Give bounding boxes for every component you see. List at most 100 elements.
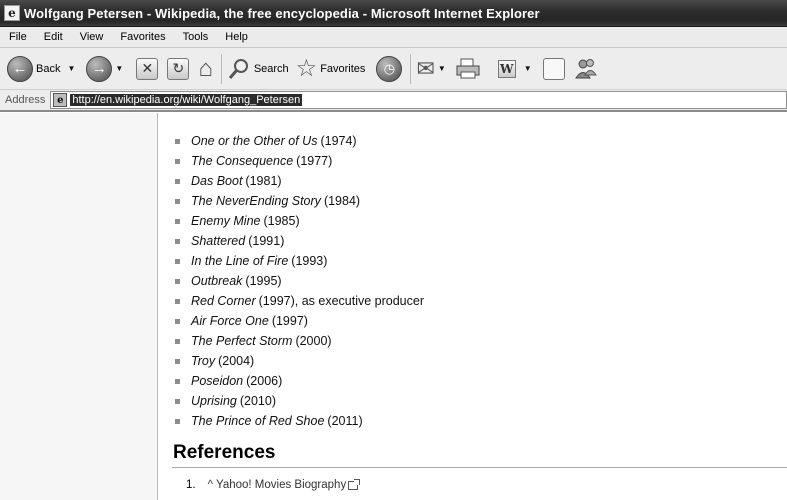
toolbar-separator (410, 53, 412, 84)
bullet-icon (175, 378, 180, 384)
edit-button[interactable]: W ▼ (497, 52, 532, 86)
film-list-item: The Prince of Red Shoe (2011) (175, 411, 424, 431)
film-title-link[interactable]: Red Corner (191, 291, 256, 311)
mail-button[interactable]: ✉ ▼ (416, 52, 445, 86)
bullet-icon (175, 418, 180, 424)
film-year: (2004) (218, 354, 255, 368)
forward-button[interactable]: → ▼ (86, 52, 123, 86)
film-title-link[interactable]: The Consequence (191, 151, 293, 171)
film-title-link[interactable]: Troy (191, 351, 215, 371)
film-title-link[interactable]: The Prince of Red Shoe (191, 411, 324, 431)
cropped-heading-fragment (172, 113, 380, 116)
film-year: (1993) (291, 254, 328, 268)
film-list-item: The Consequence (1977) (175, 151, 424, 171)
film-list-item: The Perfect Storm (2000) (175, 331, 424, 351)
menu-edit[interactable]: Edit (35, 31, 71, 43)
menu-view[interactable]: View (71, 31, 112, 43)
film-year: (2010) (239, 394, 276, 408)
film-title-link[interactable]: Air Force One (191, 311, 269, 331)
bullet-icon (175, 318, 180, 324)
history-button[interactable]: ◷ (376, 52, 403, 86)
menu-tools[interactable]: Tools (174, 31, 217, 43)
mail-envelope-icon: ✉ (416, 55, 435, 81)
page-content: One or the Other of Us (1974) The Conseque… (0, 113, 787, 500)
refresh-icon: ↻ (167, 57, 190, 80)
bullet-icon (175, 338, 180, 344)
film-year: (2011) (327, 414, 363, 428)
film-list-item: Air Force One (1997) (175, 311, 424, 331)
search-button[interactable]: Search (227, 52, 293, 86)
address-url[interactable]: http://en.wikipedia.org/wiki/Wolfgang_Pe… (70, 94, 303, 106)
film-year: (1997) (271, 314, 308, 328)
film-title-link[interactable]: Outbreak (191, 271, 242, 291)
favorites-button[interactable]: ☆ Favorites (296, 52, 370, 86)
reference-backlink[interactable]: ^ (208, 479, 213, 491)
film-title-link[interactable]: Poseidon (191, 371, 243, 391)
print-button[interactable] (455, 52, 481, 86)
messenger-people-icon (574, 58, 597, 78)
favorites-label: Favorites (320, 62, 366, 75)
address-bar: Address e http://en.wikipedia.org/wiki/W… (0, 90, 787, 112)
film-list-item: Poseidon (2006) (175, 371, 424, 391)
edit-dropdown-icon[interactable]: ▼ (524, 64, 532, 73)
film-list-item: Outbreak (1995) (175, 271, 424, 291)
menu-file[interactable]: File (0, 31, 35, 43)
external-link-icon (348, 478, 361, 490)
bullet-icon (175, 238, 180, 244)
bullet-icon (175, 258, 180, 264)
bullet-icon (175, 198, 180, 204)
film-title-link[interactable]: The NeverEnding Story (191, 191, 321, 211)
film-year: (2000) (295, 334, 332, 348)
toolbar-separator (220, 53, 222, 84)
word-edit-icon: W (497, 59, 516, 78)
back-button[interactable]: ← Back ▼ (7, 52, 75, 86)
bullet-icon (175, 138, 180, 144)
film-list-item: In the Line of Fire (1993) (175, 251, 424, 271)
film-title-link[interactable]: Uprising (191, 391, 237, 411)
film-year: (1985) (263, 214, 300, 228)
reference-link[interactable]: Yahoo! Movies Biography (216, 479, 346, 491)
menu-help[interactable]: Help (216, 31, 256, 43)
film-title-link[interactable]: Shattered (191, 231, 245, 251)
stop-button[interactable]: ✕ (136, 52, 159, 86)
reference-item: 1. ^ Yahoo! Movies Biography (186, 478, 361, 491)
refresh-button[interactable]: ↻ (167, 52, 190, 86)
film-title-link[interactable]: In the Line of Fire (191, 251, 288, 271)
address-input[interactable]: e http://en.wikipedia.org/wiki/Wolfgang_… (50, 91, 787, 109)
film-title-link[interactable]: Das Boot (191, 171, 242, 191)
back-arrow-icon: ← (7, 55, 33, 82)
discuss-button[interactable] (542, 52, 565, 86)
messenger-button[interactable] (574, 52, 598, 86)
back-label: Back (36, 62, 61, 75)
bullet-icon (175, 298, 180, 304)
menu-favorites[interactable]: Favorites (111, 31, 173, 43)
film-list-item: Uprising (2010) (175, 391, 424, 411)
film-year: (1997), as executive producer (258, 294, 424, 308)
film-year: (1991) (248, 234, 285, 248)
film-title-link[interactable]: One or the Other of Us (191, 131, 317, 151)
title-bar: e Wolfgang Petersen - Wikipedia, the fre… (0, 0, 787, 27)
home-button[interactable]: ⌂ (198, 52, 213, 86)
search-label: Search (253, 62, 289, 75)
printer-icon (456, 58, 480, 78)
bullet-icon (175, 218, 180, 224)
film-title-link[interactable]: Enemy Mine (191, 211, 260, 231)
film-list-item: Das Boot (1981) (175, 171, 424, 191)
heading-rule (172, 467, 787, 468)
film-year: (1995) (245, 274, 282, 288)
home-icon: ⌂ (198, 54, 213, 82)
film-year: (1984) (323, 194, 361, 208)
film-list-item: The NeverEnding Story (1984) (175, 191, 424, 211)
film-year: (2006) (246, 374, 283, 388)
bullet-icon (175, 178, 180, 184)
forward-dropdown-icon[interactable]: ▼ (115, 64, 123, 73)
search-icon (228, 58, 248, 79)
stop-icon: ✕ (136, 57, 159, 80)
film-title-link[interactable]: The Perfect Storm (191, 331, 292, 351)
bullet-icon (175, 398, 180, 404)
page-icon: e (53, 93, 68, 107)
toolbar: ← Back ▼ → ▼ ✕ ↻ ⌂ Search ☆ Favorites ◷ … (0, 48, 787, 90)
forward-arrow-icon: → (86, 55, 113, 82)
mail-dropdown-icon[interactable]: ▼ (438, 64, 446, 73)
back-dropdown-icon[interactable]: ▼ (67, 64, 75, 73)
